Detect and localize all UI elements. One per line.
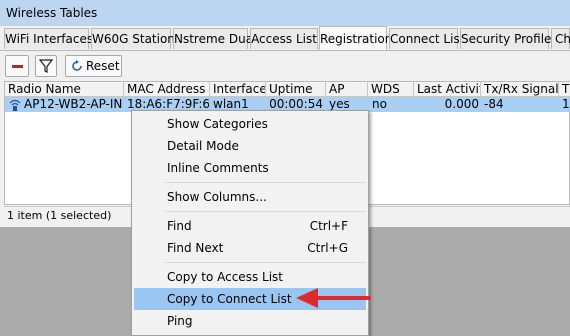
annotation-arrow-icon	[296, 288, 371, 308]
